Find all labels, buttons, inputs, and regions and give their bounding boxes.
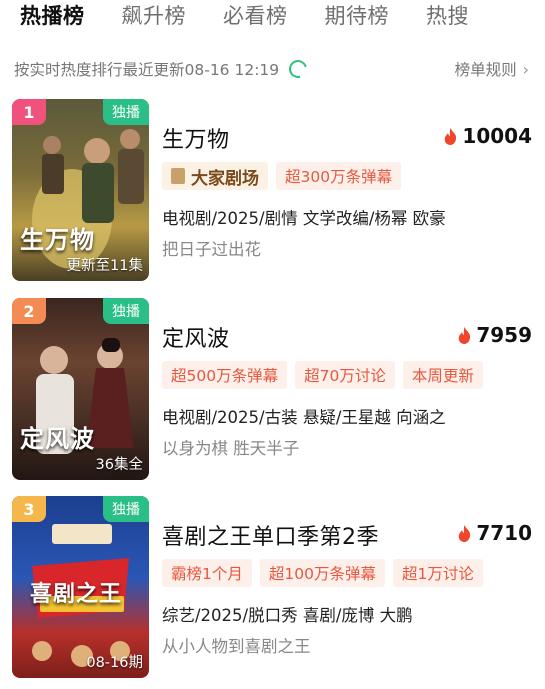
exclusive-badge: 独播 [103, 298, 149, 324]
poster-title: 生万物 [20, 225, 95, 254]
heat-score: 7959 [458, 323, 532, 347]
tab-must-watch[interactable]: 必看榜 [223, 0, 288, 32]
poster[interactable]: 定风波 2 独播 36集全 [12, 298, 149, 480]
tab-hot[interactable]: 热播榜 [18, 0, 86, 34]
show-title[interactable]: 喜剧之王单口季第2季 [162, 519, 379, 551]
tag: 霸榜1个月 [162, 559, 252, 587]
rank-badge: 2 [12, 298, 46, 324]
rank-badge: 3 [12, 496, 46, 522]
tab-hot-search[interactable]: 热搜 [426, 0, 469, 32]
item-info: 喜剧之王单口季第2季 7710 霸榜1个月 超100万条弹幕 超1万讨论 综艺/… [162, 496, 532, 678]
show-title[interactable]: 生万物 [162, 122, 230, 154]
tag: 超70万讨论 [295, 361, 395, 389]
theater-tag-label: 大家剧场 [191, 168, 259, 189]
show-meta: 电视剧/2025/古装 悬疑/王星越 向涵之 [162, 408, 446, 427]
exclusive-badge: 独播 [103, 496, 149, 522]
exclusive-badge: 独播 [103, 99, 149, 125]
heat-value: 7710 [476, 521, 532, 545]
tag: 超300万条弹幕 [276, 162, 402, 190]
ranking-subheader: 按实时热度排行最近更新08-16 12:19 榜单规则 › [14, 56, 529, 82]
poster-title: 喜剧之王 [30, 581, 123, 607]
item-info: 生万物 10004 大家剧场 超300万条弹幕 电视剧/2025/剧情 文学改编… [162, 99, 532, 281]
tag-row: 霸榜1个月 超100万条弹幕 超1万讨论 [162, 559, 491, 587]
show-title[interactable]: 定风波 [162, 321, 230, 353]
episode-status: 更新至11集 [66, 258, 143, 274]
refresh-icon[interactable] [285, 56, 311, 82]
update-info: 按实时热度排行最近更新08-16 12:19 [14, 56, 311, 82]
tab-rising[interactable]: 飙升榜 [122, 0, 187, 32]
list-item[interactable]: 生万物 1 独播 更新至11集 生万物 10004 大家剧场 超300万条弹幕 … [12, 99, 532, 281]
theater-icon [171, 168, 185, 184]
chevron-right-icon: › [522, 59, 529, 79]
show-slogan: 以身为棋 胜天半子 [162, 439, 300, 458]
heat-score: 7710 [458, 521, 532, 545]
list-item[interactable]: 喜剧之王 3 独播 08-16期 喜剧之王单口季第2季 7710 霸榜1个月 超… [12, 496, 532, 678]
list-item[interactable]: 定风波 2 独播 36集全 定风波 7959 超500万条弹幕 超70万讨论 本… [12, 298, 532, 480]
tag: 本周更新 [402, 361, 483, 389]
flame-icon [459, 326, 471, 344]
item-info: 定风波 7959 超500万条弹幕 超70万讨论 本周更新 电视剧/2025/古… [162, 298, 532, 480]
heat-value: 7959 [476, 323, 532, 347]
ranking-tabs: 热播榜 飙升榜 必看榜 期待榜 热搜 [0, 0, 545, 44]
rules-label: 榜单规则 [454, 61, 517, 79]
episode-status: 36集全 [95, 457, 143, 473]
show-slogan: 把日子过出花 [162, 240, 261, 259]
tag: 超500万条弹幕 [162, 361, 288, 389]
episode-status: 08-16期 [86, 655, 143, 671]
show-slogan: 从小人物到喜剧之王 [162, 637, 311, 656]
show-meta: 电视剧/2025/剧情 文学改编/杨幂 欧豪 [162, 209, 446, 228]
tag: 超100万条弹幕 [259, 559, 385, 587]
tag-row: 超500万条弹幕 超70万讨论 本周更新 [162, 361, 491, 389]
show-meta: 综艺/2025/脱口秀 喜剧/庞博 大鹏 [162, 606, 413, 625]
poster[interactable]: 生万物 1 独播 更新至11集 [12, 99, 149, 281]
poster[interactable]: 喜剧之王 3 独播 08-16期 [12, 496, 149, 678]
rank-badge: 1 [12, 99, 46, 125]
flame-icon [459, 524, 471, 542]
heat-score: 10004 [444, 124, 532, 148]
tag: 超1万讨论 [392, 559, 483, 587]
rules-link[interactable]: 榜单规则 › [455, 58, 529, 80]
heat-value: 10004 [462, 124, 532, 148]
flame-icon [445, 127, 457, 145]
tab-anticipated[interactable]: 期待榜 [325, 0, 390, 32]
theater-tag[interactable]: 大家剧场 [162, 162, 268, 190]
poster-title: 定风波 [20, 424, 95, 453]
tag-row: 大家剧场 超300万条弹幕 [162, 162, 409, 190]
update-text: 按实时热度排行最近更新08-16 12:19 [14, 61, 280, 79]
